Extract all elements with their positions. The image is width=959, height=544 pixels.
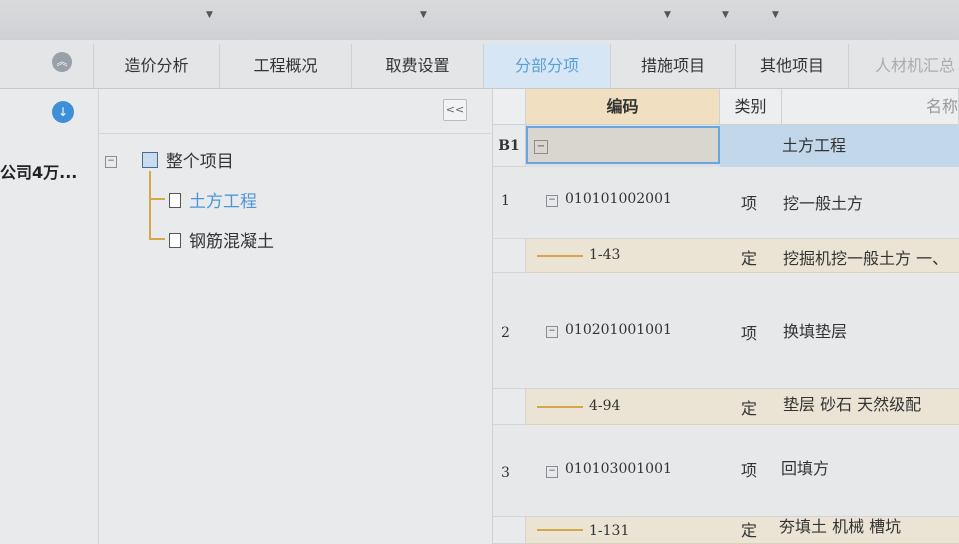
quota-name: 夯填土 机械 槽坑 bbox=[779, 517, 902, 536]
tree-root[interactable]: − 整个项目 bbox=[105, 147, 234, 172]
dropdown-arrow-icon[interactable]: ▼ bbox=[772, 10, 779, 20]
bill-grid: 编码 类别 名称 B1 − 土方工程 1 − 010101002001 项 挖一… bbox=[493, 89, 959, 544]
tree-connector bbox=[149, 238, 165, 240]
division-code-cell[interactable]: − bbox=[526, 126, 720, 164]
item-type: 项 bbox=[741, 194, 758, 213]
dropdown-arrow-icon[interactable]: ▼ bbox=[206, 10, 213, 20]
document-icon bbox=[169, 193, 181, 208]
tab-other-items[interactable]: 其他项目 bbox=[735, 44, 848, 88]
tree-connector bbox=[149, 171, 151, 239]
project-icon bbox=[141, 152, 158, 168]
dropdown-arrow-icon[interactable]: ▼ bbox=[664, 10, 671, 20]
quota-code: 1-43 bbox=[589, 247, 621, 263]
row-number: 3 bbox=[501, 465, 510, 481]
column-header-name[interactable]: 名称 bbox=[782, 89, 959, 125]
tree-item-label: 钢筋混凝土 bbox=[189, 232, 274, 252]
collapse-icon[interactable]: − bbox=[105, 156, 117, 168]
row-number bbox=[493, 389, 526, 425]
project-tree-panel: << − 整个项目 土方工程 钢筋混凝土 bbox=[99, 89, 493, 544]
table-row[interactable] bbox=[493, 425, 959, 517]
division-name-cell[interactable]: 土方工程 bbox=[720, 125, 959, 167]
dropdown-arrow-icon[interactable]: ▼ bbox=[420, 10, 427, 20]
tree-root-label: 整个项目 bbox=[165, 152, 234, 172]
item-code: 010201001001 bbox=[565, 322, 672, 338]
item-name: 换填垫层 bbox=[783, 322, 848, 341]
grid-tree-line bbox=[537, 529, 583, 531]
quota-code: 4-94 bbox=[589, 398, 621, 414]
tab-cost-analysis[interactable]: 造价分析 bbox=[93, 44, 219, 88]
tab-fee-settings[interactable]: 取费设置 bbox=[351, 44, 483, 88]
row-number: B1 bbox=[493, 125, 526, 167]
document-icon bbox=[169, 233, 181, 248]
quota-type: 定 bbox=[741, 521, 758, 540]
project-name[interactable]: 公司4万... bbox=[0, 159, 77, 183]
item-type: 项 bbox=[741, 324, 758, 343]
collapse-up-icon[interactable]: ︽ bbox=[52, 52, 72, 72]
row-number bbox=[493, 239, 526, 273]
collapse-icon[interactable]: − bbox=[546, 326, 558, 338]
item-type: 项 bbox=[741, 461, 758, 480]
tab-labor-material-summary[interactable]: 人材机汇总 bbox=[848, 44, 959, 88]
tree-connector bbox=[149, 198, 165, 200]
grid-tree-line bbox=[537, 406, 583, 408]
collapse-panel-button[interactable]: << bbox=[443, 99, 467, 121]
dropdown-arrow-icon[interactable]: ▼ bbox=[722, 10, 729, 20]
quota-type: 定 bbox=[741, 399, 758, 418]
tab-divisional-items[interactable]: 分部分项 bbox=[483, 44, 610, 88]
tree-item-reinforced-concrete[interactable]: 钢筋混凝土 bbox=[169, 227, 274, 252]
tab-bar: ︽ 造价分析 工程概况 取费设置 分部分项 措施项目 其他项目 人材机汇总 bbox=[0, 40, 959, 89]
toolbar: ▼ ▼ ▼ ▼ ▼ bbox=[0, 0, 959, 41]
item-name: 回填方 bbox=[781, 459, 830, 478]
table-row[interactable] bbox=[493, 273, 959, 389]
tree-item-earthwork[interactable]: 土方工程 bbox=[169, 187, 257, 212]
collapse-icon[interactable]: − bbox=[534, 140, 548, 154]
item-code: 010103001001 bbox=[565, 461, 672, 477]
item-name: 挖一般土方 bbox=[783, 194, 864, 213]
grid-tree-line bbox=[537, 255, 583, 257]
left-panel: ↓ 公司4万... bbox=[0, 89, 99, 544]
tree-item-label: 土方工程 bbox=[189, 192, 257, 212]
tab-project-overview[interactable]: 工程概况 bbox=[219, 44, 351, 88]
column-header-type[interactable]: 类别 bbox=[720, 89, 782, 125]
collapse-icon[interactable]: − bbox=[546, 195, 558, 207]
item-code: 010101002001 bbox=[565, 191, 672, 207]
row-number bbox=[493, 517, 526, 544]
table-row[interactable] bbox=[493, 167, 959, 239]
quota-name: 挖掘机挖一般土方 一、 bbox=[783, 249, 949, 268]
row-number: 2 bbox=[501, 325, 510, 341]
column-header-code[interactable]: 编码 bbox=[526, 89, 720, 125]
quota-code: 1-131 bbox=[589, 523, 630, 539]
download-icon[interactable]: ↓ bbox=[52, 101, 74, 123]
quota-type: 定 bbox=[741, 249, 758, 268]
quota-name: 垫层 砂石 天然级配 bbox=[783, 395, 922, 414]
collapse-icon[interactable]: − bbox=[546, 466, 558, 478]
row-number: 1 bbox=[501, 193, 510, 209]
grid-corner bbox=[493, 89, 526, 125]
tree-header: << bbox=[99, 89, 492, 134]
tab-measures[interactable]: 措施项目 bbox=[610, 44, 735, 88]
